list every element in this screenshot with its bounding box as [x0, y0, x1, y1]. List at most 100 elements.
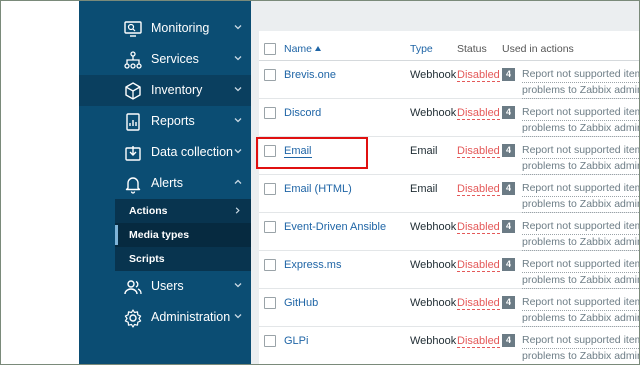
submenu-item-label: Scripts [129, 253, 165, 265]
row-checkbox[interactable] [264, 259, 276, 271]
media-types-content: Name Type Status Used in actions Brevis.… [251, 1, 639, 364]
chevron-right-icon [235, 207, 240, 214]
action-count-badge: 4 [502, 258, 515, 271]
status-toggle-link[interactable]: Disabled [457, 259, 500, 272]
sidebar-item-services[interactable]: Services [79, 44, 251, 75]
cube-icon [125, 82, 141, 100]
select-all-checkbox[interactable] [264, 43, 276, 55]
media-type-name-link[interactable]: Event-Driven Ansible [284, 221, 386, 233]
used-in-actions-links[interactable]: Report not supported items, problems to Z… [522, 219, 639, 251]
column-header-name[interactable]: Name [284, 43, 322, 55]
action-count-badge: 4 [502, 106, 515, 119]
sort-ascending-icon [315, 46, 322, 51]
action-count-badge: 4 [502, 182, 515, 195]
status-toggle-link[interactable]: Disabled [457, 221, 500, 234]
table-row: Brevis.one Webhook Disabled 4 Report not… [259, 61, 639, 99]
row-checkbox[interactable] [264, 297, 276, 309]
used-in-actions-links[interactable]: Report not supported items, problems to Z… [522, 295, 639, 327]
sidebar: Monitoring Services Inventory Reports Da… [79, 1, 251, 364]
media-type-name-link[interactable]: GLPi [284, 335, 308, 347]
action-count-badge: 4 [502, 68, 515, 81]
media-type-name-link[interactable]: Email (HTML) [284, 183, 352, 195]
bell-icon [125, 177, 141, 194]
sidebar-item-label: Services [151, 52, 199, 66]
used-in-actions-links[interactable]: Report not supported items, problems to Z… [522, 67, 639, 99]
media-type-type: Email [410, 145, 438, 157]
chevron-down-icon [234, 283, 242, 288]
media-type-type: Webhook [410, 107, 457, 119]
column-header-used-in-actions: Used in actions [502, 43, 574, 55]
submenu-item-actions[interactable]: Actions [115, 199, 251, 223]
media-type-type: Webhook [410, 221, 457, 233]
media-type-type: Webhook [410, 69, 457, 81]
sidebar-item-inventory[interactable]: Inventory [79, 75, 251, 106]
used-in-actions-links[interactable]: Report not supported items, problems to Z… [522, 333, 639, 364]
hierarchy-icon [124, 51, 142, 69]
table-row: GitHub Webhook Disabled 4 Report not sup… [259, 289, 639, 327]
row-checkbox[interactable] [264, 221, 276, 233]
chevron-down-icon [234, 25, 242, 30]
users-icon [124, 280, 142, 295]
sidebar-item-administration[interactable]: Administration [79, 302, 251, 333]
table-row: Email (HTML) Email Disabled 4 Report not… [259, 175, 639, 213]
media-type-name-link[interactable]: Discord [284, 107, 321, 119]
sidebar-item-label: Administration [151, 310, 231, 324]
media-type-type: Webhook [410, 335, 457, 347]
sidebar-item-label: Data collection [151, 145, 233, 159]
status-toggle-link[interactable]: Disabled [457, 183, 500, 196]
row-checkbox[interactable] [264, 183, 276, 195]
used-in-actions-links[interactable]: Report not supported items, problems to Z… [522, 181, 639, 213]
chevron-down-icon [234, 56, 242, 61]
sidebar-item-label: Reports [151, 114, 195, 128]
table-row: Event-Driven Ansible Webhook Disabled 4 … [259, 213, 639, 251]
table-row: Discord Webhook Disabled 4 Report not su… [259, 99, 639, 137]
chevron-up-icon [234, 179, 242, 184]
used-in-actions-links[interactable]: Report not supported items, problems to Z… [522, 143, 639, 175]
submenu-item-label: Actions [129, 205, 168, 217]
action-count-badge: 4 [502, 334, 515, 347]
chevron-down-icon [234, 118, 242, 123]
action-count-badge: 4 [502, 144, 515, 157]
sidebar-item-label: Inventory [151, 83, 203, 97]
monitor-icon [124, 21, 142, 37]
media-type-name-link[interactable]: GitHub [284, 297, 318, 309]
media-type-name-link[interactable]: Brevis.one [284, 69, 336, 81]
submenu-item-scripts[interactable]: Scripts [115, 247, 251, 271]
table-header: Name Type Status Used in actions [259, 39, 639, 61]
used-in-actions-links[interactable]: Report not supported items, problems to Z… [522, 257, 639, 289]
sidebar-item-label: Monitoring [151, 21, 210, 35]
sidebar-item-data-collection[interactable]: Data collection [79, 137, 251, 168]
sidebar-item-users[interactable]: Users [79, 271, 251, 302]
action-count-badge: 4 [502, 220, 515, 233]
row-checkbox[interactable] [264, 107, 276, 119]
sidebar-item-label: Alerts [151, 176, 183, 190]
filter-area [259, 1, 639, 31]
download-icon [125, 146, 141, 161]
status-toggle-link[interactable]: Disabled [457, 69, 500, 82]
action-count-badge: 4 [502, 296, 515, 309]
sidebar-item-reports[interactable]: Reports [79, 106, 251, 137]
alerts-submenu: Actions Media types Scripts [115, 199, 251, 271]
submenu-item-label: Media types [129, 229, 190, 241]
status-toggle-link[interactable]: Disabled [457, 297, 500, 310]
table-row: GLPi Webhook Disabled 4 Report not suppo… [259, 327, 639, 364]
highlight-box [256, 137, 368, 169]
status-toggle-link[interactable]: Disabled [457, 145, 500, 158]
media-type-name-link[interactable]: Express.ms [284, 259, 341, 271]
column-header-status: Status [457, 43, 487, 55]
report-icon [126, 113, 140, 131]
media-type-type: Webhook [410, 259, 457, 271]
chevron-down-icon [234, 149, 242, 154]
sidebar-item-monitoring[interactable]: Monitoring [79, 13, 251, 44]
sidebar-item-alerts[interactable]: Alerts [79, 168, 251, 199]
row-checkbox[interactable] [264, 335, 276, 347]
status-toggle-link[interactable]: Disabled [457, 335, 500, 348]
used-in-actions-links[interactable]: Report not supported items, problems to Z… [522, 105, 639, 137]
submenu-item-media-types[interactable]: Media types [115, 223, 251, 247]
column-header-type[interactable]: Type [410, 43, 433, 55]
screenshot-frame: Monitoring Services Inventory Reports Da… [0, 0, 640, 365]
chevron-down-icon [234, 314, 242, 319]
chevron-down-icon [234, 87, 242, 92]
status-toggle-link[interactable]: Disabled [457, 107, 500, 120]
row-checkbox[interactable] [264, 69, 276, 81]
